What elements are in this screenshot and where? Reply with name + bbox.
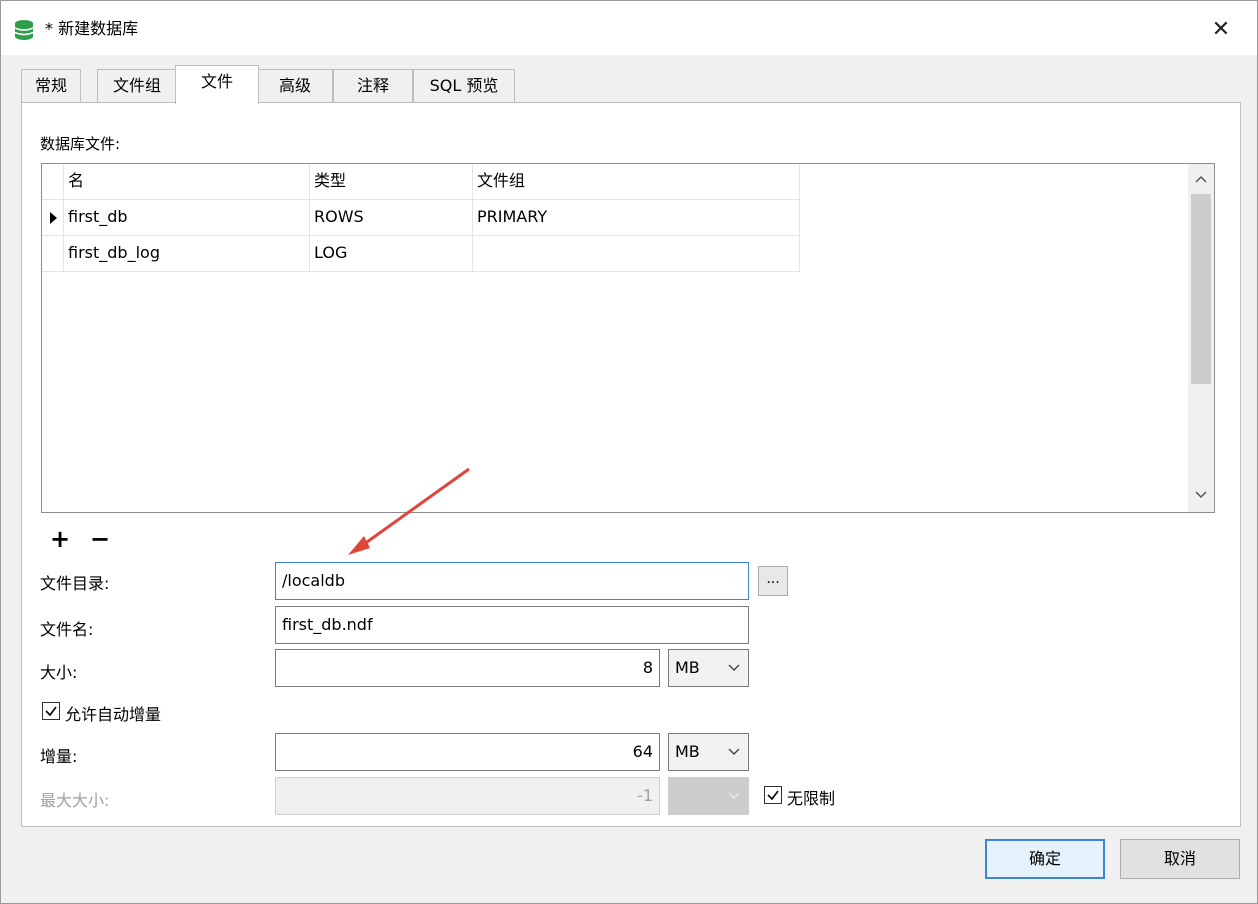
row-selector[interactable] [42,236,64,272]
cell-type[interactable]: LOG [310,236,473,272]
file-directory-label: 文件目录: [40,574,110,593]
check-icon [45,706,57,717]
close-icon: ✕ [1211,16,1231,42]
tab-sql-preview[interactable]: SQL 预览 [413,69,515,103]
growth-input[interactable]: 64 [275,733,660,771]
chevron-up-icon[interactable] [1188,166,1214,192]
check-icon [767,790,779,801]
window-title: * 新建数据库 [45,19,139,38]
header-corner [42,164,64,200]
new-database-dialog: * 新建数据库 ✕ 常规 文件组 文件 高级 注释 SQL 预览 数据库文件: … [0,0,1258,904]
size-input[interactable]: 8 [275,649,660,687]
cell-filegroup[interactable] [473,236,800,272]
ok-button[interactable]: 确定 [985,839,1105,879]
column-header-name[interactable]: 名 [64,164,310,200]
file-name-input[interactable]: first_db.ndf [275,606,749,644]
chevron-down-icon[interactable] [1188,482,1214,508]
database-files-label: 数据库文件: [40,135,121,153]
tab-filegroups[interactable]: 文件组 [97,69,177,103]
cancel-button[interactable]: 取消 [1120,839,1240,879]
file-directory-input[interactable]: /localdb [275,562,749,600]
tab-general[interactable]: 常规 [21,69,81,103]
max-size-input[interactable]: -1 [275,777,660,815]
add-file-button[interactable]: + [48,525,72,553]
max-size-label: 最大大小: [40,791,110,810]
autogrow-checkbox[interactable] [42,702,60,720]
row-selector[interactable] [42,200,64,236]
chevron-down-icon [728,650,740,686]
tab-files[interactable]: 文件 [175,65,259,104]
max-size-unit-select[interactable] [668,777,749,815]
unlimited-checkbox[interactable] [764,786,782,804]
growth-unit-select[interactable]: MB [668,733,749,771]
remove-file-button[interactable]: − [88,525,112,553]
size-unit-value: MB [675,658,700,677]
cell-type[interactable]: ROWS [310,200,473,236]
grid-vertical-scrollbar[interactable] [1188,164,1214,512]
cell-name[interactable]: first_db [64,200,310,236]
title-bar: * 新建数据库 ✕ [1,1,1257,55]
growth-unit-value: MB [675,742,700,761]
tab-comment[interactable]: 注释 [333,69,413,103]
tab-strip: 常规 文件组 文件 高级 注释 SQL 预览 [21,65,1241,104]
column-header-filegroup[interactable]: 文件组 [473,164,800,200]
close-button[interactable]: ✕ [1201,11,1241,47]
chevron-down-icon [728,778,740,814]
files-tab-panel: 数据库文件: 名 类型 文件组 first_db ROWS PRIMARY fi… [21,102,1241,827]
database-files-grid: 名 类型 文件组 first_db ROWS PRIMARY first_db_… [41,163,1215,513]
plus-icon: + [49,525,71,553]
autogrow-label[interactable]: 允许自动增量 [65,701,161,725]
column-header-type[interactable]: 类型 [310,164,473,200]
unlimited-label[interactable]: 无限制 [787,785,835,809]
size-label: 大小: [40,663,78,682]
scrollbar-thumb[interactable] [1191,194,1211,384]
database-icon [13,19,35,41]
growth-label: 增量: [40,747,78,766]
browse-directory-button[interactable]: ... [758,566,788,596]
minus-icon: − [89,525,111,553]
file-name-label: 文件名: [40,620,94,639]
cell-name[interactable]: first_db_log [64,236,310,272]
size-unit-select[interactable]: MB [668,649,749,687]
row-pointer-icon [50,212,57,224]
cell-filegroup[interactable]: PRIMARY [473,200,800,236]
tab-advanced[interactable]: 高级 [257,69,333,103]
chevron-down-icon [728,734,740,770]
